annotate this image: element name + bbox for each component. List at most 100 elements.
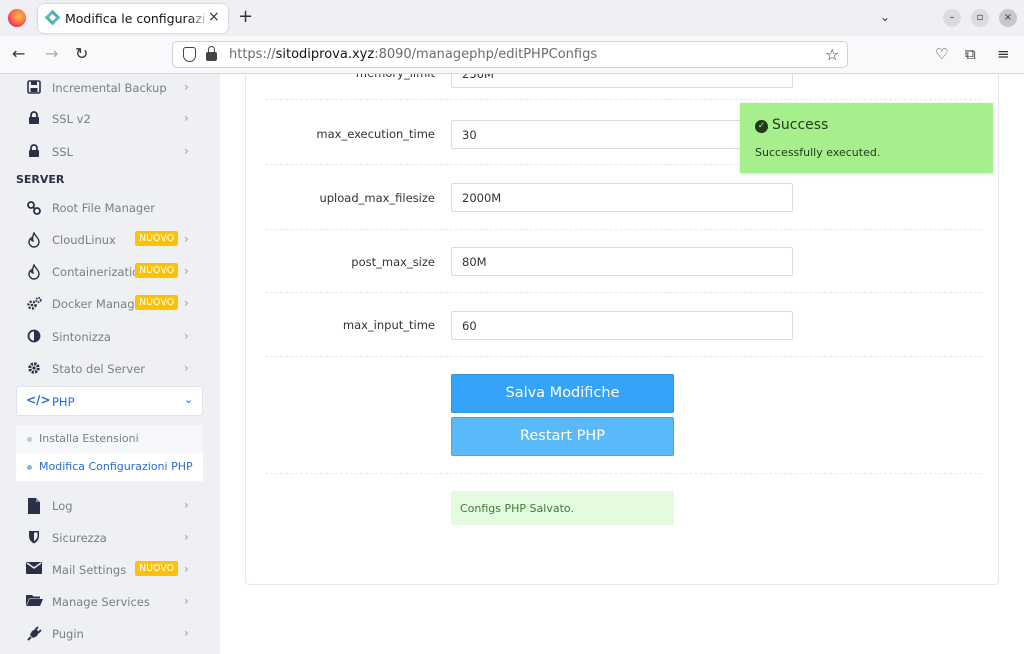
chevron-right-icon: ›	[184, 144, 189, 158]
chevron-right-icon: ›	[184, 296, 189, 310]
folder-open-icon	[26, 594, 43, 610]
post-max-size-label: post_max_size	[351, 255, 435, 269]
toast-message: Successfully executed.	[755, 146, 881, 159]
chevron-right-icon: ›	[184, 594, 189, 608]
upload-max-filesize-input[interactable]	[451, 183, 793, 212]
new-badge: NUOVO	[135, 231, 179, 246]
chevron-right-icon: ›	[184, 626, 189, 640]
shield-icon	[26, 530, 42, 546]
sidebar-item-ssl-v2[interactable]: SSL v2 ›	[0, 105, 220, 133]
shield-icon[interactable]	[183, 47, 196, 62]
file-icon	[26, 498, 42, 514]
sidebar-item-root-file-manager[interactable]: Root File Manager	[0, 194, 220, 222]
sidebar-item-containerization[interactable]: Containerization NUOVO ›	[0, 258, 220, 286]
sidebar-item-label: Incremental Backup	[52, 81, 167, 95]
extensions-icon[interactable]: ⧉	[965, 46, 976, 62]
divider	[265, 292, 982, 293]
firefox-icon[interactable]	[8, 9, 26, 27]
pocket-icon[interactable]: ♡	[935, 46, 948, 62]
bookmark-star-icon[interactable]: ☆	[825, 45, 839, 64]
max-input-time-label: max_input_time	[342, 318, 435, 332]
sidebar-item-sicurezza[interactable]: Sicurezza ›	[0, 524, 220, 552]
window-close-icon[interactable]: ×	[999, 9, 1017, 27]
sidebar-item-stato-del-server[interactable]: Stato del Server ›	[0, 355, 220, 383]
chevron-right-icon: ›	[184, 80, 189, 94]
code-icon: </>	[26, 393, 51, 407]
divider	[265, 356, 982, 357]
memory-limit-label: memory_limit	[356, 74, 435, 80]
key-icon	[26, 200, 42, 216]
sidebar-item-sintonizza[interactable]: Sintonizza ›	[0, 323, 220, 351]
sidebar-subitem-label: Modifica Configurazioni PHP	[39, 460, 193, 473]
sidebar-item-label: Root File Manager	[52, 201, 156, 215]
restart-php-button[interactable]: Restart PHP	[451, 417, 674, 456]
menu-icon[interactable]: ≡	[997, 46, 1010, 62]
url-scheme: https://	[229, 47, 276, 62]
tab-title-fade	[188, 8, 210, 28]
sidebar: Incremental Backup › SSL v2 › SSL › SERV…	[0, 74, 220, 654]
check-circle-icon: ✓	[755, 120, 768, 133]
sidebar-item-label: SSL	[52, 145, 74, 159]
list-all-tabs-icon[interactable]: ⌄	[880, 10, 890, 24]
max-execution-time-label: max_execution_time	[316, 127, 435, 141]
divider	[265, 99, 982, 100]
sidebar-item-log[interactable]: Log ›	[0, 492, 220, 520]
bullet-icon	[27, 465, 32, 470]
sidebar-item-docker-manager[interactable]: Docker Manager NUOVO ›	[0, 290, 220, 318]
sidebar-item-label: Containerization	[52, 265, 147, 279]
save-changes-button[interactable]: Salva Modifiche	[451, 374, 674, 413]
sidebar-item-ssl[interactable]: SSL ›	[0, 138, 220, 166]
max-input-time-input[interactable]	[451, 311, 793, 340]
close-tab-icon[interactable]: ×	[208, 9, 220, 25]
sidebar-item-label: Manage Services	[52, 595, 150, 609]
reload-icon[interactable]: ↻	[75, 45, 88, 63]
chevron-right-icon: ›	[184, 562, 189, 576]
sidebar-item-label: CloudLinux	[52, 233, 116, 247]
new-badge: NUOVO	[135, 561, 179, 576]
sidebar-item-mail-settings[interactable]: Mail Settings NUOVO ›	[0, 556, 220, 584]
sidebar-section-server: SERVER	[16, 173, 65, 186]
chevron-right-icon: ›	[184, 232, 189, 246]
browser-tab[interactable]: Modifica le configurazion ×	[38, 4, 228, 33]
sidebar-item-label: Docker Manager	[52, 297, 147, 311]
sidebar-item-manage-services[interactable]: Manage Services ›	[0, 588, 220, 616]
post-max-size-input[interactable]	[451, 247, 793, 276]
cyberpanel-favicon-icon	[44, 9, 61, 26]
new-badge: NUOVO	[135, 295, 179, 310]
sidebar-item-label: SSL v2	[52, 112, 91, 126]
chevron-right-icon: ›	[184, 530, 189, 544]
sidebar-subitem-label: Installa Estensioni	[39, 432, 139, 445]
cogs-icon	[26, 296, 42, 312]
chevron-right-icon: ›	[184, 264, 189, 278]
success-toast[interactable]: ✓ Success Successfully executed.	[740, 103, 993, 173]
sidebar-item-label: Stato del Server	[52, 362, 145, 376]
restore-icon[interactable]: ▫	[971, 9, 989, 27]
sidebar-item-label: Sintonizza	[52, 330, 111, 344]
save-icon	[26, 80, 42, 96]
chevron-right-icon: ›	[184, 111, 189, 125]
chevron-right-icon: ›	[184, 361, 189, 375]
forward-icon[interactable]: →	[45, 45, 58, 63]
lock-icon[interactable]	[206, 46, 217, 61]
gear-icon	[26, 361, 42, 377]
sidebar-subitem-modifica-configurazioni-php[interactable]: Modifica Configurazioni PHP	[16, 453, 203, 481]
toast-title: Success	[772, 117, 829, 133]
lock-icon	[26, 111, 42, 127]
status-message: Configs PHP Salvato.	[451, 491, 674, 525]
back-icon[interactable]: ←	[12, 45, 25, 63]
minimize-icon[interactable]: –	[943, 9, 961, 27]
fire-icon	[26, 263, 42, 280]
memory-limit-input[interactable]	[451, 74, 793, 88]
sidebar-item-label: Log	[52, 499, 73, 513]
envelope-icon	[26, 562, 42, 578]
sidebar-item-cloudlinux[interactable]: CloudLinux NUOVO ›	[0, 226, 220, 254]
url-bar[interactable]: https://sitodiprova.xyz:8090/managephp/e…	[172, 41, 848, 68]
url-text[interactable]: https://sitodiprova.xyz:8090/managephp/e…	[229, 47, 597, 62]
divider	[265, 229, 982, 230]
new-tab-icon[interactable]: +	[238, 7, 253, 27]
sidebar-subitem-installa-estensioni[interactable]: Installa Estensioni	[16, 425, 203, 453]
sidebar-item-incremental-backup[interactable]: Incremental Backup ›	[0, 74, 220, 102]
chevron-down-icon: ⌄	[184, 393, 194, 406]
sidebar-item-php[interactable]: </> PHP ⌄	[16, 386, 203, 416]
sidebar-item-pugin[interactable]: Pugin ›	[0, 620, 220, 648]
